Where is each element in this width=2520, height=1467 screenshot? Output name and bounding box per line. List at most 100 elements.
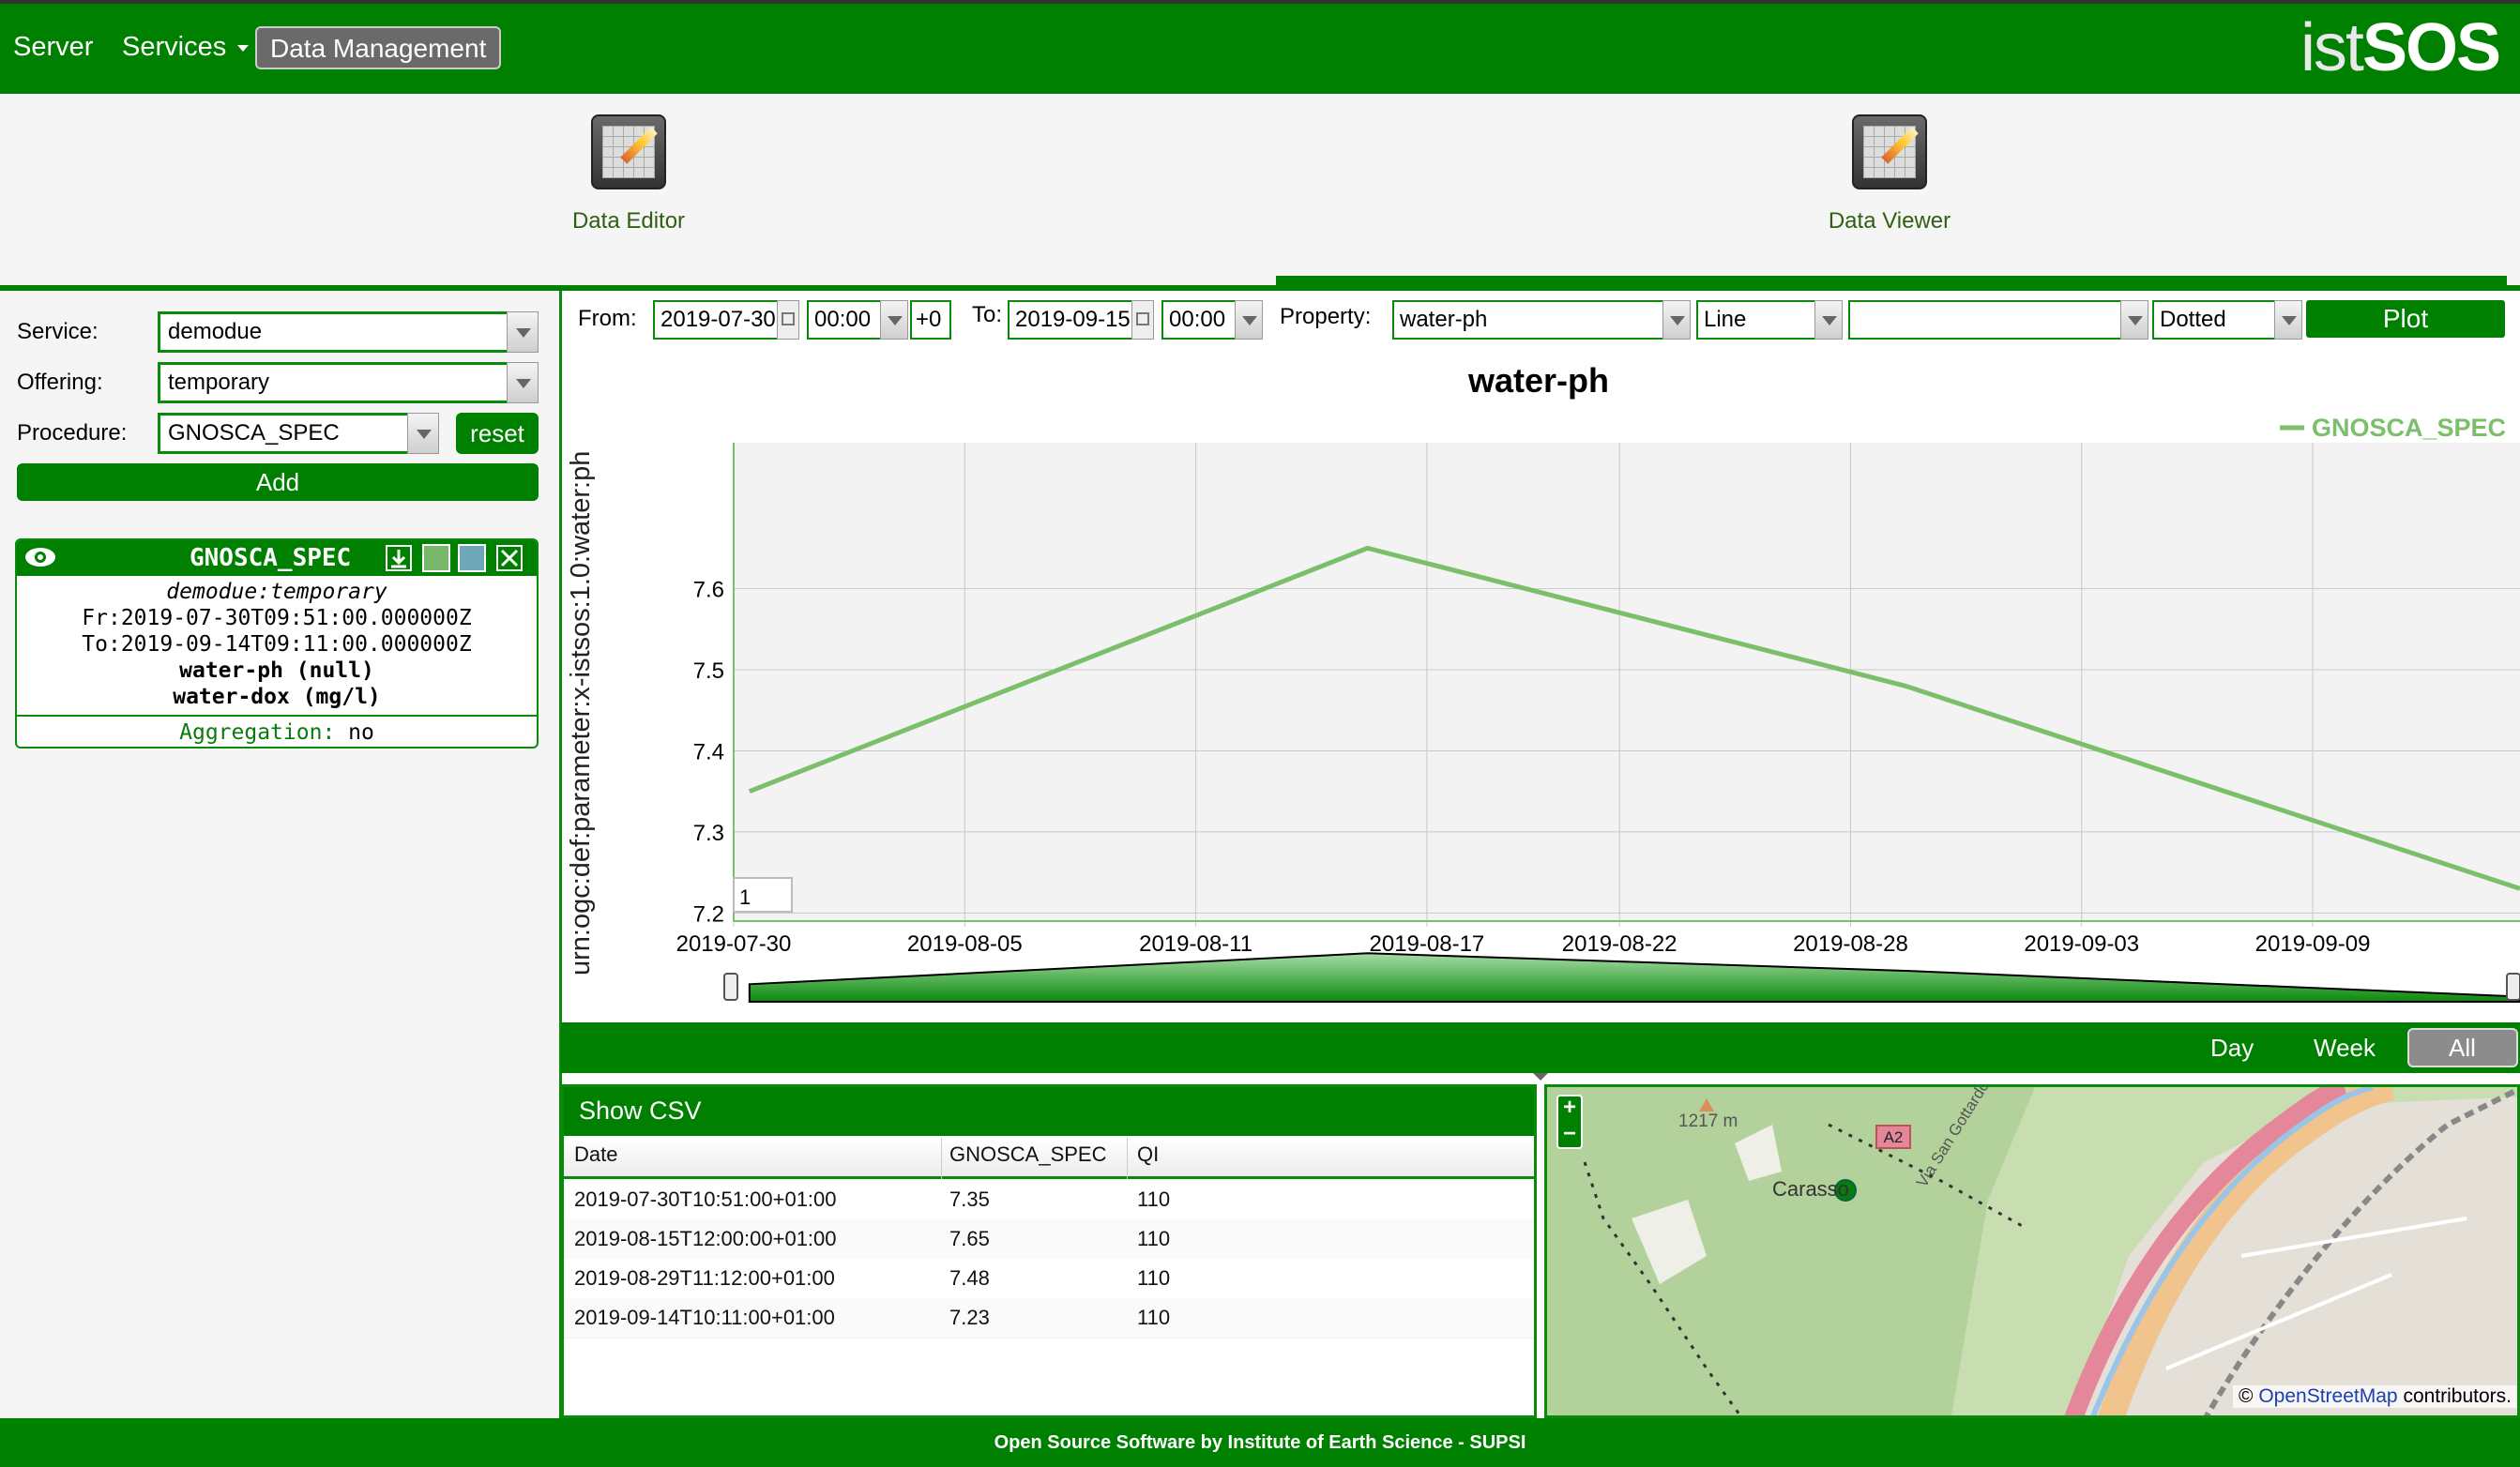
logo-text-thin: ist <box>2300 10 2364 85</box>
procedure-property-1: water-ph (null) <box>179 658 374 683</box>
dash-dropdown[interactable] <box>2274 300 2302 340</box>
nav-server[interactable]: Server <box>13 32 93 63</box>
map-tiles[interactable] <box>1547 1087 2520 1418</box>
rolling-period-value[interactable]: 1 <box>739 885 751 909</box>
legend-label: GNOSCA_SPEC <box>2312 414 2506 442</box>
csv-cell: 7.48 <box>949 1266 990 1290</box>
plot-area <box>734 443 2520 921</box>
csv-panel-title[interactable]: Show CSV <box>579 1096 702 1126</box>
attribution-suffix: contributors. <box>2403 1385 2512 1407</box>
color-swatch-1[interactable] <box>422 544 450 572</box>
procedure-property-2: water-dox (mg/l) <box>173 685 381 709</box>
map-view[interactable]: Carasso 1217 m A2 Via San Gottardo + − ©… <box>1544 1084 2520 1418</box>
extra-select[interactable] <box>1848 300 2124 340</box>
procedure-dropdown-button[interactable] <box>407 413 439 454</box>
from-date-input[interactable]: 2019-07-30 <box>653 300 779 340</box>
istsos-logo: istSOS <box>2300 9 2501 86</box>
procedure-service-offering: demodue:temporary <box>166 580 387 604</box>
csv-cell: 110 <box>1137 1266 1171 1290</box>
from-time-dropdown[interactable] <box>880 300 908 340</box>
zoom-out-button[interactable]: − <box>1556 1121 1583 1147</box>
rolling-period-box[interactable]: 1 <box>733 877 793 913</box>
from-label: From: <box>578 306 637 331</box>
property-label: Property: <box>1280 304 1372 329</box>
download-icon[interactable] <box>385 544 413 572</box>
data-viewer-label[interactable]: Data Viewer <box>1749 208 2030 234</box>
csv-header-qi[interactable]: QI <box>1137 1142 1159 1167</box>
plot-button[interactable]: Plot <box>2306 300 2505 338</box>
aggregation-row: Aggregation: no <box>17 720 537 745</box>
column-divider <box>1127 1138 1128 1179</box>
range-day-button[interactable]: Day <box>2210 1034 2254 1063</box>
to-time-input[interactable]: 00:00 <box>1161 300 1238 340</box>
offering-label: Offering: <box>17 370 103 395</box>
csv-header-series[interactable]: GNOSCA_SPEC <box>949 1142 1107 1167</box>
calendar-icon[interactable] <box>1131 300 1154 340</box>
offering-dropdown-button[interactable] <box>507 362 539 403</box>
range-week-button[interactable]: Week <box>2314 1034 2376 1063</box>
logo-text-bold: SOS <box>2361 10 2501 85</box>
range-minichart[interactable] <box>748 952 2520 1003</box>
to-date-input[interactable]: 2019-09-15 <box>1008 300 1133 340</box>
procedure-from: Fr:2019-07-30T09:51:00.000000Z <box>82 606 472 630</box>
range-selector[interactable] <box>748 952 2520 1003</box>
data-viewer-icon[interactable] <box>1852 114 1927 189</box>
add-button[interactable]: Add <box>17 463 539 501</box>
zoom-in-button[interactable]: + <box>1556 1095 1583 1121</box>
y-axis-label: urn:ogc:def:parameter:x-istsos:1.0:water… <box>566 451 596 975</box>
close-icon[interactable] <box>495 544 524 572</box>
reset-button[interactable]: reset <box>456 413 539 454</box>
range-handle-right[interactable] <box>2506 973 2520 1001</box>
procedure-card: GNOSCA_SPEC demodue:temporary Fr:2019-07… <box>15 538 539 749</box>
map-place-label: Carasso <box>1772 1177 1849 1201</box>
x-tick-label: 2019-08-22 <box>1562 931 1677 957</box>
x-tick-label: 2019-08-11 <box>1139 931 1252 957</box>
service-dropdown-button[interactable] <box>507 311 539 353</box>
data-editor-label[interactable]: Data Editor <box>488 208 769 234</box>
calendar-icon[interactable] <box>777 300 799 340</box>
data-editor-icon[interactable] <box>591 114 666 189</box>
property-select[interactable]: water-ph <box>1392 300 1664 340</box>
timezone-input[interactable]: +0 <box>910 300 951 340</box>
nav-data-management[interactable]: Data Management <box>255 26 502 69</box>
style-select[interactable]: Line <box>1696 300 1829 340</box>
color-swatch-2[interactable] <box>458 544 486 572</box>
nav-services-label: Services <box>122 32 227 62</box>
from-time-input[interactable]: 00:00 <box>807 300 884 340</box>
column-divider <box>941 1138 942 1179</box>
csv-cell: 7.23 <box>949 1306 990 1329</box>
active-tool-indicator <box>1276 276 2507 285</box>
attribution-prefix: © <box>2239 1385 2254 1407</box>
map-road-label: A2 <box>1875 1125 1911 1149</box>
y-tick-label: 7.5 <box>693 658 724 684</box>
x-tick-label: 2019-08-28 <box>1793 931 1908 957</box>
csv-cell: 2019-07-30T10:51:00+01:00 <box>574 1187 837 1211</box>
dash-select[interactable]: Dotted <box>2152 300 2291 340</box>
line-chart: 7.2 7.3 7.4 7.5 7.6 2019-07-30 2019-08-05 2019… <box>566 361 2520 1003</box>
extra-dropdown[interactable] <box>2120 300 2148 340</box>
range-handle-left[interactable] <box>723 973 738 1001</box>
service-select[interactable]: demodue <box>158 311 539 353</box>
procedure-select[interactable]: GNOSCA_SPEC <box>158 413 439 454</box>
property-dropdown[interactable] <box>1662 300 1691 340</box>
procedure-card-title: GNOSCA_SPEC <box>190 544 352 572</box>
legend: GNOSCA_SPEC <box>2280 414 2506 442</box>
aggregation-label: Aggregation: <box>179 720 336 745</box>
range-all-label[interactable]: All <box>2449 1034 2476 1063</box>
style-dropdown[interactable] <box>1814 300 1843 340</box>
y-tick-label: 7.4 <box>693 739 724 764</box>
chart-title: water-ph <box>1467 361 1609 400</box>
to-time-dropdown[interactable] <box>1235 300 1263 340</box>
openstreetmap-link[interactable]: OpenStreetMap <box>2258 1385 2397 1407</box>
nav-services[interactable]: Services <box>122 32 250 63</box>
service-label: Service: <box>17 319 99 344</box>
csv-cell: 7.65 <box>949 1227 990 1250</box>
y-tick-label: 7.6 <box>693 578 724 603</box>
x-tick-label: 2019-08-17 <box>1370 931 1485 957</box>
csv-header-date[interactable]: Date <box>574 1142 617 1167</box>
offering-select[interactable]: temporary <box>158 362 539 403</box>
eye-icon[interactable] <box>24 546 56 568</box>
splitter-handle-icon[interactable] <box>1533 1073 1548 1081</box>
to-label: To: <box>972 302 1003 327</box>
csv-cell: 2019-08-15T12:00:00+01:00 <box>574 1227 837 1250</box>
